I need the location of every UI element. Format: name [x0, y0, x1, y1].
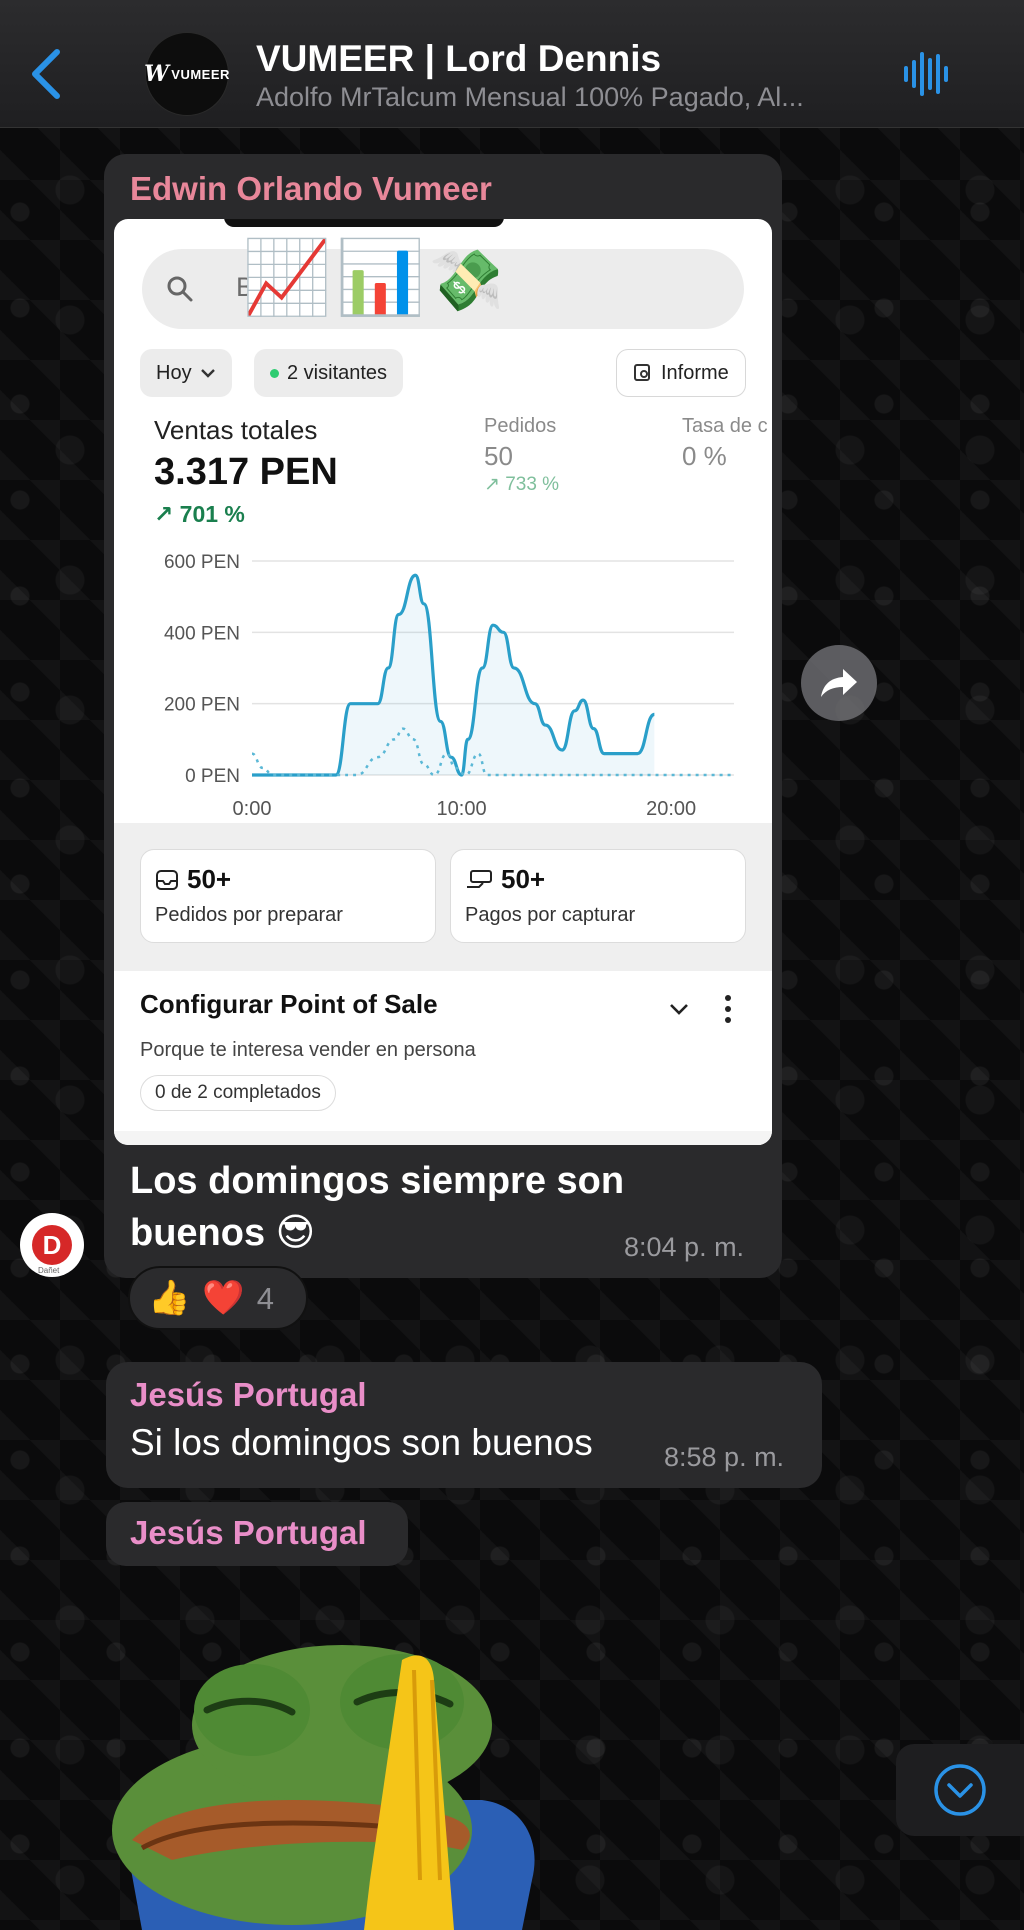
message-text: Si los domingos son buenos [130, 1422, 593, 1463]
x-tick-label: 20:00 [646, 798, 696, 819]
series-area [252, 575, 655, 775]
card-value-row: 50+ [155, 864, 231, 895]
message-time: 8:58 p. m. [664, 1442, 785, 1472]
chevron-down-circle-icon [934, 1764, 986, 1816]
x-tick-label: 0:00 [233, 798, 272, 819]
visitors-pill[interactable]: 2 visitantes [254, 349, 404, 397]
y-tick-label: 0 PEN [185, 766, 240, 787]
chart-up-sticker: 📈 [242, 238, 332, 318]
money-sticker: 💸 [429, 247, 505, 314]
search-icon [167, 276, 193, 302]
avatar-letter: D [32, 1225, 72, 1265]
partial-heading [224, 219, 504, 227]
message-text-line: buenos 😎 [130, 1212, 316, 1254]
orders-label: Pedidos [484, 415, 557, 437]
orders-to-prepare-card[interactable]: 50+ Pedidos por preparar [140, 849, 436, 943]
sales-change: ↗ 701 % [154, 501, 245, 527]
message-time: 8:04 p. m. [624, 1232, 745, 1262]
voice-chat-button[interactable] [900, 48, 952, 100]
pos-setup-subtitle: Porque te interesa vender en persona [140, 1039, 476, 1061]
praying-frog-sticker[interactable] [102, 1640, 542, 1930]
sender-name[interactable]: Jesús Portugal [130, 1376, 367, 1414]
sales-chart: 0 PEN 200 PEN 400 PEN 600 PEN 0:00 10:00 20:00 [114, 539, 772, 820]
voice-wave-icon [904, 52, 948, 96]
report-icon [634, 364, 650, 381]
scroll-to-bottom-button[interactable] [896, 1744, 1024, 1836]
sticker-sender-bubble[interactable]: Jesús Portugal [106, 1502, 408, 1566]
orders-value: 50 [484, 441, 513, 471]
card-label: Pagos por capturar [465, 904, 636, 926]
chat-title[interactable]: VUMEER | Lord Dennis [256, 38, 896, 80]
forward-arrow-icon [821, 669, 857, 697]
sales-line-chart: 0 PEN 200 PEN 400 PEN 600 PEN 0:00 10:00 20:00 [164, 552, 734, 820]
chevron-down-icon[interactable] [668, 1001, 690, 1017]
card-value: 50+ [187, 864, 232, 894]
visitors-label: 2 visitantes [287, 361, 388, 384]
sales-change-value: 701 % [179, 501, 245, 527]
report-label: Informe [661, 361, 729, 384]
orders-change-value: 733 % [505, 474, 560, 495]
more-vertical-icon[interactable] [722, 993, 734, 1025]
chat-subtitle[interactable]: Adolfo MrTalcum Mensual 100% Pagado, Al.… [256, 82, 866, 113]
message-reactions[interactable]: 👍 ❤️ 4 [128, 1266, 308, 1330]
sender-name[interactable]: Edwin Orlando Vumeer [130, 170, 492, 208]
card-value-row: 50+ [465, 864, 545, 895]
pos-progress-badge: 0 de 2 completados [140, 1075, 336, 1111]
sticker-row: 📈 📊 💸 [242, 235, 504, 320]
chat-header: W VUMEER VUMEER | Lord Dennis Adolfo MrTa… [0, 0, 1024, 128]
inbox-icon [156, 869, 178, 890]
card-label: Pedidos por preparar [155, 904, 343, 926]
pos-setup-title[interactable]: Configurar Point of Sale [140, 989, 438, 1020]
chevron-left-icon [32, 49, 60, 99]
x-tick-label: 10:00 [437, 798, 487, 819]
group-avatar[interactable]: W VUMEER [144, 32, 230, 116]
reaction-count: 4 [256, 1280, 274, 1316]
filter-today-label: Hoy [156, 361, 192, 384]
rate-value: 0 % [682, 441, 727, 471]
vumeer-logo: W VUMEER [144, 61, 230, 87]
card-value: 50+ [501, 864, 546, 894]
sender-name[interactable]: Jesús Portugal [130, 1514, 367, 1552]
y-tick-label: 400 PEN [164, 623, 240, 644]
rate-label: Tasa de c [682, 415, 768, 437]
message-text-line: Los domingos siempre son [130, 1160, 625, 1202]
report-button[interactable]: Informe [616, 349, 746, 397]
sales-value: 3.317 PEN [154, 451, 338, 493]
y-tick-label: 600 PEN [164, 552, 240, 573]
avatar-caption: Dañet [38, 1266, 60, 1275]
image-bottom-edge [114, 1131, 772, 1145]
orders-change: ↗ 733 % [484, 474, 560, 495]
back-button[interactable] [22, 44, 70, 104]
payments-to-capture-card[interactable]: 50+ Pagos por capturar [450, 849, 746, 943]
shared-image[interactable]: Bús a 📈 📊 💸 Hoy 2 visitantes Informe Ven… [114, 219, 772, 1145]
message-bubble[interactable]: Jesús Portugal Si los domingos son bueno… [106, 1362, 822, 1488]
bar-chart-sticker: 📊 [335, 238, 426, 318]
message-text: Los domingos siempre son buenos 😎 [130, 1155, 624, 1259]
thumbs-up-reaction[interactable]: 👍 [148, 1281, 190, 1315]
filter-today[interactable]: Hoy [140, 349, 232, 397]
heart-reaction[interactable]: ❤️ [202, 1281, 244, 1315]
sales-label: Ventas totales [154, 415, 318, 445]
forward-button[interactable] [801, 645, 877, 721]
payment-hand-icon [467, 869, 492, 888]
y-tick-label: 200 PEN [164, 695, 240, 716]
chevron-down-icon [200, 369, 215, 378]
live-dot-icon [270, 368, 279, 378]
